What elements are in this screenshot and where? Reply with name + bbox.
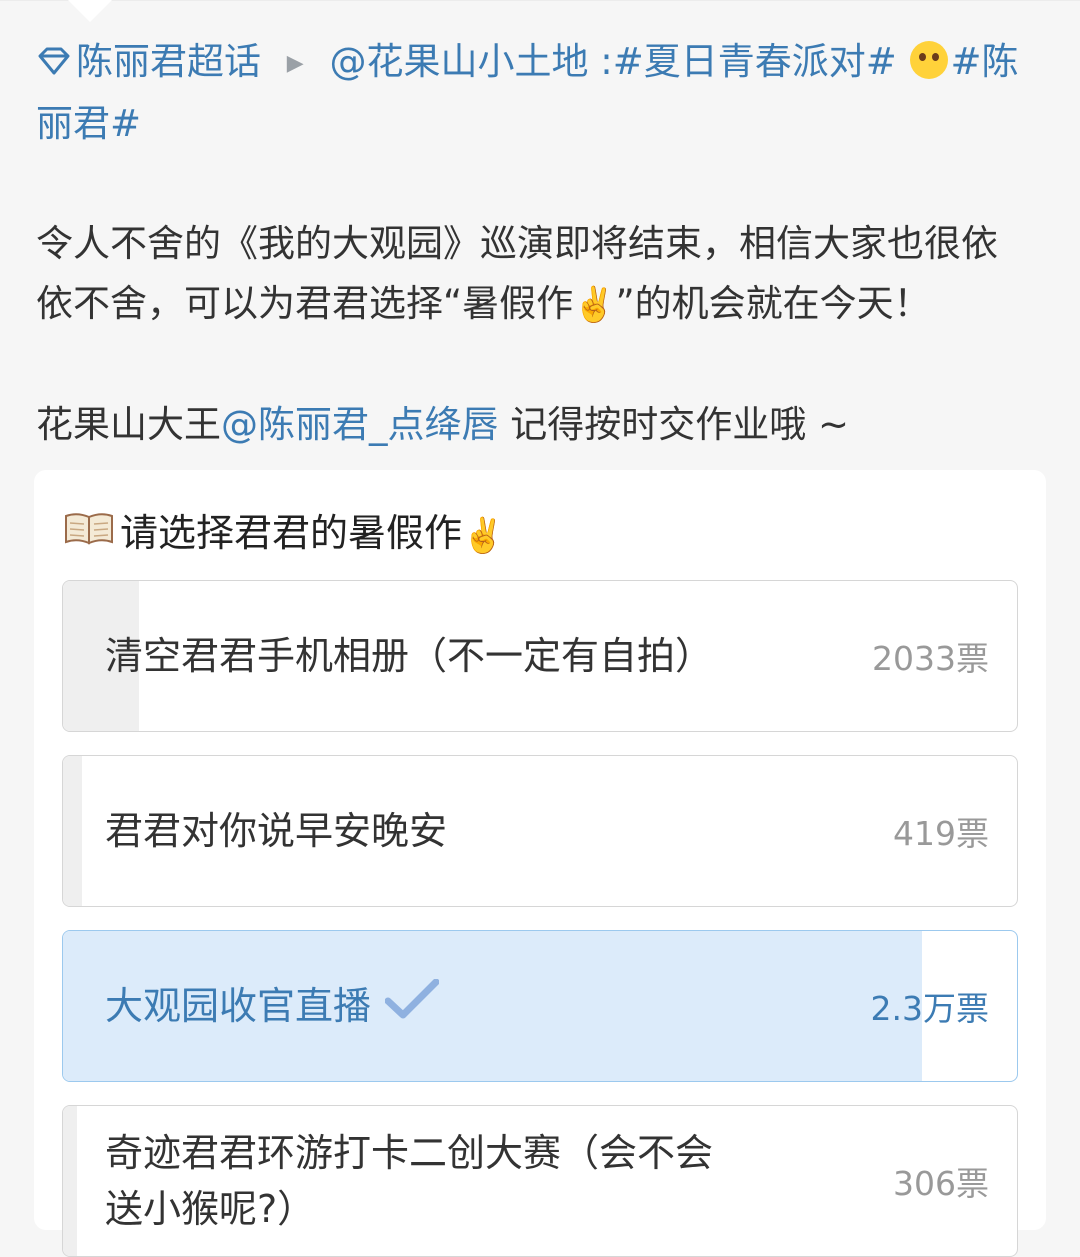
play-arrow-icon: ▶: [286, 50, 304, 76]
poll-option-1-count: 2033票: [872, 639, 989, 678]
pointer-notch: [68, 0, 112, 22]
super-topic-link[interactable]: 陈丽君超话: [36, 40, 273, 83]
poll-card: 请选择君君的暑假作✌️ 清空君君手机相册（不一定有自拍） 2033票 君君对你说…: [34, 470, 1046, 1257]
paragraph2-prefix: 花果山大王: [36, 403, 221, 446]
paragraph-line-2a: 依不舍，可以为君君选择“暑假作: [36, 281, 574, 325]
victory-hand-icon: ✌️: [573, 285, 616, 325]
poll-option-1-label: 清空君君手机相册（不一定有自拍）: [105, 634, 714, 678]
hashtag-chenlijun-a[interactable]: #陈: [950, 40, 1018, 83]
poll-option-2-fill: [63, 756, 83, 906]
paragraph2-suffix: 记得按时交作业哦 ~: [498, 403, 850, 446]
poll-option-4-fill: [63, 1106, 78, 1256]
poll-option-2-count: 419票: [893, 814, 989, 853]
poll-option-3-count: 2.3万票: [870, 989, 989, 1028]
poll-option-4[interactable]: 奇迹君君环游打卡二创大赛（会不会送小猴呢?） 306票: [62, 1105, 1018, 1257]
post-tagline: 陈丽君超话 ▶ @花果山小土地 :#夏日青春派对# #陈 丽君#: [36, 32, 1044, 154]
poll-option-1[interactable]: 清空君君手机相册（不一定有自拍） 2033票: [62, 580, 1018, 732]
colon-text: :: [588, 40, 613, 83]
poll-option-2-label: 君君对你说早安晚安: [105, 809, 448, 853]
victory-hand-icon: ✌️: [462, 515, 505, 556]
poll-option-4-label: 奇迹君君环游打卡二创大赛（会不会送小猴呢?）: [105, 1131, 714, 1231]
hug-face-emoji-icon: [910, 40, 949, 79]
poll-option-3[interactable]: 大观园收官直播 2.3万票: [62, 930, 1018, 1082]
poll-option-2[interactable]: 君君对你说早安晚安 419票: [62, 755, 1018, 907]
super-topic-label: 陈丽君超话: [76, 40, 261, 83]
poll-option-3-label: 大观园收官直播: [105, 984, 372, 1028]
mention-link[interactable]: @花果山小土地: [329, 40, 588, 83]
poll-title-text: 请选择君君的暑假作: [120, 511, 463, 555]
post-paragraph-1: 令人不舍的《我的大观园》巡演即将结束，相信大家也很依 依不舍，可以为君君选择“暑…: [36, 214, 1044, 336]
diamond-icon: [36, 34, 72, 94]
paragraph-line-1: 令人不舍的《我的大观园》巡演即将结束，相信大家也很依: [36, 221, 998, 265]
open-book-icon: [64, 510, 114, 554]
top-divider: [0, 0, 1080, 1]
poll-option-4-count: 306票: [893, 1164, 989, 1203]
checkmark-icon: [384, 978, 440, 1034]
mention-dianjiangchun-link[interactable]: @陈丽君_点绛唇: [221, 403, 499, 446]
hashtag-chenlijun-b[interactable]: 丽君#: [36, 102, 141, 145]
post-body: 陈丽君超话 ▶ @花果山小土地 :#夏日青春派对# #陈 丽君# 令人不舍的《我…: [36, 32, 1044, 455]
poll-title: 请选择君君的暑假作✌️: [64, 502, 504, 558]
post-paragraph-2: 花果山大王@陈丽君_点绛唇 记得按时交作业哦 ~: [36, 395, 1044, 455]
poll-option-3-label-wrap: 大观园收官直播: [105, 931, 745, 1081]
hashtag-summer-party[interactable]: #夏日青春派对#: [613, 40, 897, 83]
paragraph-line-2b: ”的机会就在今天！: [615, 281, 931, 325]
